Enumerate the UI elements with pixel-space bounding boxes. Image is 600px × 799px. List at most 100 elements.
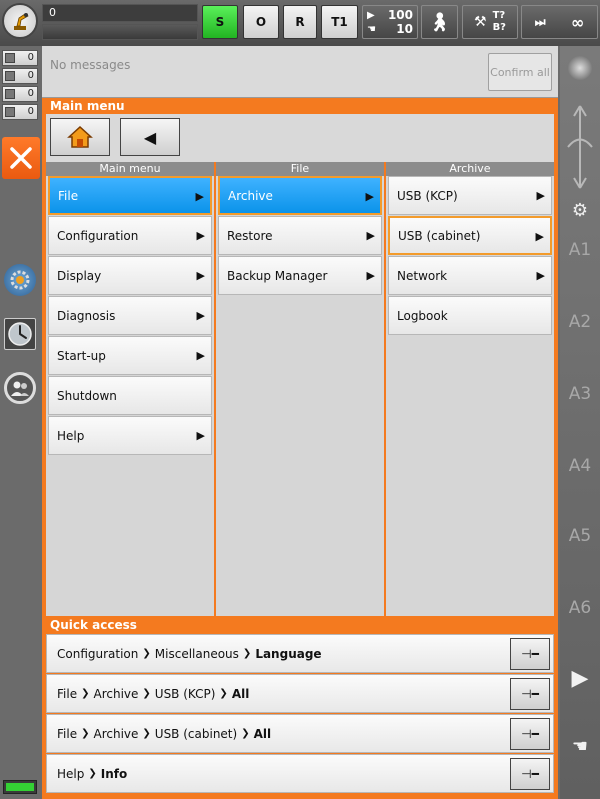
- quick-access-row[interactable]: Configuration ❯ Miscellaneous ❯ Language ⊣…: [46, 634, 554, 673]
- tool-value: T?: [492, 10, 506, 21]
- robot-interpreter-button[interactable]: O: [243, 5, 279, 39]
- program-override-value: 100: [387, 8, 413, 22]
- battery-icon: [3, 780, 37, 794]
- breadcrumb-chevron-icon: ❯: [142, 688, 151, 699]
- menu-item-diagnosis[interactable]: Diagnosis ▶: [48, 296, 212, 335]
- breadcrumb-chevron-icon: ❯: [219, 688, 228, 699]
- acknowledge-icon: [5, 53, 15, 63]
- pin-button[interactable]: ⊣━: [510, 758, 550, 790]
- menu-item-logbook[interactable]: Logbook: [388, 296, 552, 335]
- main-menu-column: File ▶ Configuration ▶ Display ▶ Diagnosis ▶…: [46, 176, 214, 616]
- breadcrumb-chevron-icon: ❯: [81, 728, 90, 739]
- menu-item-configuration[interactable]: Configuration ▶: [48, 216, 212, 255]
- submenu-arrow-icon: ▶: [196, 349, 205, 362]
- axis-a1-key[interactable]: A1: [560, 240, 600, 260]
- pin-icon: ⊣━: [521, 767, 539, 781]
- menu-navigation-bar: ◀: [46, 114, 554, 162]
- menu-item-start-up[interactable]: Start-up ▶: [48, 336, 212, 375]
- quick-access-row[interactable]: Help ❯ Info ⊣━: [46, 754, 554, 793]
- jog-override-value: 10: [396, 22, 413, 36]
- column-header-main-menu: Main menu: [46, 162, 214, 176]
- play-icon[interactable]: ▶: [568, 666, 592, 691]
- submit-interpreter-button[interactable]: S: [202, 5, 238, 39]
- robot-logo-icon[interactable]: [2, 3, 38, 39]
- dialog-icon: [5, 89, 15, 99]
- menu-item-usb-cabinet[interactable]: USB (cabinet) ▶: [388, 216, 552, 255]
- menu-item-backup-manager[interactable]: Backup Manager ▶: [218, 256, 382, 295]
- confirm-all-button[interactable]: Confirm all: [488, 53, 552, 91]
- column-header-archive: Archive: [386, 162, 554, 176]
- back-button[interactable]: ◀: [120, 118, 180, 156]
- submenu-arrow-icon: ▶: [366, 229, 375, 242]
- submenu-arrow-icon: ▶: [196, 429, 205, 442]
- pin-button[interactable]: ⊣━: [510, 718, 550, 750]
- override-button[interactable]: ▶ 100 ☚ 10: [362, 5, 418, 39]
- submenu-arrow-icon: ▶: [196, 269, 205, 282]
- axis-a2-key[interactable]: A2: [560, 312, 600, 332]
- walking-person-icon: 🚶︎: [428, 11, 451, 33]
- close-menu-button[interactable]: [2, 137, 40, 179]
- quick-access-row[interactable]: File ❯ Archive ❯ USB (cabinet) ❯ All ⊣━: [46, 714, 554, 753]
- jog-mode-button[interactable]: 🚶︎: [421, 5, 458, 39]
- jog-hand-icon[interactable]: ☚: [568, 736, 592, 760]
- column-header-file: File: [216, 162, 384, 176]
- pin-button[interactable]: ⊣━: [510, 638, 550, 670]
- tool-icon: ⚒: [474, 14, 487, 30]
- pin-icon: ⊣━: [521, 647, 539, 661]
- axis-a5-key[interactable]: A5: [560, 526, 600, 546]
- globe-icon[interactable]: [568, 56, 592, 80]
- clock-icon[interactable]: [4, 318, 36, 350]
- top-status-bar: 0 S O R T1 ▶ 100 ☚ 10 🚶︎ ⚒ T? B? ⏭ ∞: [0, 0, 600, 46]
- increment-button[interactable]: ⏭ ∞: [521, 5, 598, 39]
- coordinate-system-icon[interactable]: ⚙: [569, 200, 591, 222]
- menu-item-usb-kcp[interactable]: USB (KCP) ▶: [388, 176, 552, 215]
- axis-a3-key[interactable]: A3: [560, 384, 600, 404]
- jog-keys-column: ⚙ A1 A2 A3 A4 A5 A6 ▶ ☚: [560, 46, 600, 799]
- drives-button[interactable]: R: [283, 5, 317, 39]
- breadcrumb-chevron-icon: ❯: [142, 728, 151, 739]
- base-value: B?: [492, 22, 506, 33]
- status-icon: [5, 71, 15, 81]
- breadcrumb-chevron-icon: ❯: [241, 728, 250, 739]
- operating-mode-button[interactable]: T1: [321, 5, 358, 39]
- submenu-arrow-icon: ▶: [535, 230, 544, 243]
- user-group-icon[interactable]: [4, 372, 36, 404]
- menu-item-restore[interactable]: Restore ▶: [218, 216, 382, 255]
- skip-forward-icon: ⏭: [534, 14, 546, 29]
- close-icon: [10, 147, 32, 169]
- main-menu-panel: Main menu ◀ Main menu File Archive File ▶…: [42, 98, 558, 799]
- breadcrumb-chevron-icon: ❯: [242, 648, 252, 659]
- main-menu-title: Main menu: [50, 99, 125, 113]
- program-progress-bar: [42, 24, 198, 40]
- notification-message-counter[interactable]: 0: [2, 104, 38, 120]
- axis-a4-key[interactable]: A4: [560, 456, 600, 476]
- tool-base-button[interactable]: ⚒ T? B?: [462, 5, 518, 39]
- dialog-message-counter[interactable]: 0: [2, 86, 38, 102]
- acknowledge-message-counter[interactable]: 0: [2, 50, 38, 66]
- axis-a6-key[interactable]: A6: [560, 598, 600, 618]
- submenu-arrow-icon: ▶: [195, 190, 204, 203]
- menu-item-display[interactable]: Display ▶: [48, 256, 212, 295]
- quick-access-title: Quick access: [50, 618, 137, 632]
- pin-button[interactable]: ⊣━: [510, 678, 550, 710]
- program-number-field[interactable]: 0: [42, 4, 198, 22]
- menu-item-help[interactable]: Help ▶: [48, 416, 212, 455]
- no-messages-text: No messages: [50, 58, 131, 72]
- submenu-arrow-icon: ▶: [536, 269, 545, 282]
- menu-item-archive[interactable]: Archive ▶: [218, 176, 382, 215]
- home-icon: [67, 125, 93, 148]
- increment-value: ∞: [570, 12, 585, 32]
- robot-settings-icon[interactable]: [4, 264, 36, 296]
- jog-hand-icon: ☚: [367, 23, 376, 35]
- submenu-arrow-icon: ▶: [536, 189, 545, 202]
- submenu-arrow-icon: ▶: [365, 190, 374, 203]
- menu-item-network[interactable]: Network ▶: [388, 256, 552, 295]
- status-message-counter[interactable]: 0: [2, 68, 38, 84]
- home-button[interactable]: [50, 118, 110, 156]
- menu-item-file[interactable]: File ▶: [48, 176, 212, 215]
- pin-icon: ⊣━: [521, 687, 539, 701]
- quick-access-row[interactable]: File ❯ Archive ❯ USB (KCP) ❯ All ⊣━: [46, 674, 554, 713]
- menu-item-shutdown[interactable]: Shutdown: [48, 376, 212, 415]
- jog-rotation-arrows-icon: [567, 105, 593, 189]
- breadcrumb-chevron-icon: ❯: [88, 768, 97, 779]
